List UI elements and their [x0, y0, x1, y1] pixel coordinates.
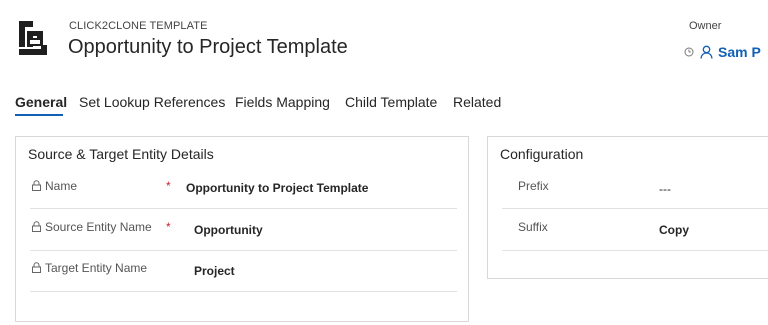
- clock-icon: [684, 47, 694, 57]
- tab-related[interactable]: Related: [453, 94, 501, 110]
- prefix-label: Prefix: [518, 179, 549, 193]
- owner-name-link[interactable]: Sam P: [718, 44, 761, 60]
- entity-type-label: CLICK2CLONE TEMPLATE: [69, 20, 208, 32]
- target-entity-name-label: Target Entity Name: [45, 261, 148, 275]
- owner-field[interactable]: Sam P: [684, 42, 761, 62]
- template-clone-icon: [19, 21, 47, 55]
- required-indicator: *: [166, 220, 171, 234]
- target-entity-name-value[interactable]: Project: [194, 264, 235, 278]
- person-icon: [700, 45, 713, 59]
- suffix-label: Suffix: [518, 220, 548, 234]
- tab-set-lookup-references[interactable]: Set Lookup References: [79, 94, 225, 110]
- tab-general[interactable]: General: [15, 94, 67, 110]
- field-divider: [30, 208, 457, 209]
- field-divider: [502, 250, 768, 251]
- configuration-section: Configuration Prefix --- Suffix Copy: [487, 136, 768, 279]
- source-target-section: Source & Target Entity Details Name * Op…: [15, 136, 469, 322]
- record-header: CLICK2CLONE TEMPLATE Opportunity to Proj…: [0, 0, 768, 80]
- source-entity-name-value[interactable]: Opportunity: [194, 223, 263, 237]
- field-divider: [30, 250, 457, 251]
- source-entity-name-label: Source Entity Name: [45, 220, 152, 234]
- prefix-value[interactable]: ---: [659, 182, 671, 196]
- suffix-value[interactable]: Copy: [659, 223, 689, 237]
- required-indicator: *: [166, 179, 171, 193]
- name-value[interactable]: Opportunity to Project Template: [186, 181, 368, 195]
- field-divider: [30, 291, 457, 292]
- field-divider: [502, 208, 768, 209]
- name-label: Name: [45, 179, 78, 193]
- active-tab-indicator: [15, 114, 63, 116]
- section-title: Source & Target Entity Details: [28, 146, 214, 162]
- lock-icon: [32, 262, 41, 273]
- owner-label: Owner: [689, 20, 722, 32]
- section-title: Configuration: [500, 146, 584, 162]
- page-title: Opportunity to Project Template: [68, 36, 348, 58]
- tab-child-template[interactable]: Child Template: [345, 94, 437, 110]
- lock-icon: [32, 180, 41, 191]
- lock-icon: [32, 221, 41, 232]
- tab-fields-mapping[interactable]: Fields Mapping: [235, 94, 330, 110]
